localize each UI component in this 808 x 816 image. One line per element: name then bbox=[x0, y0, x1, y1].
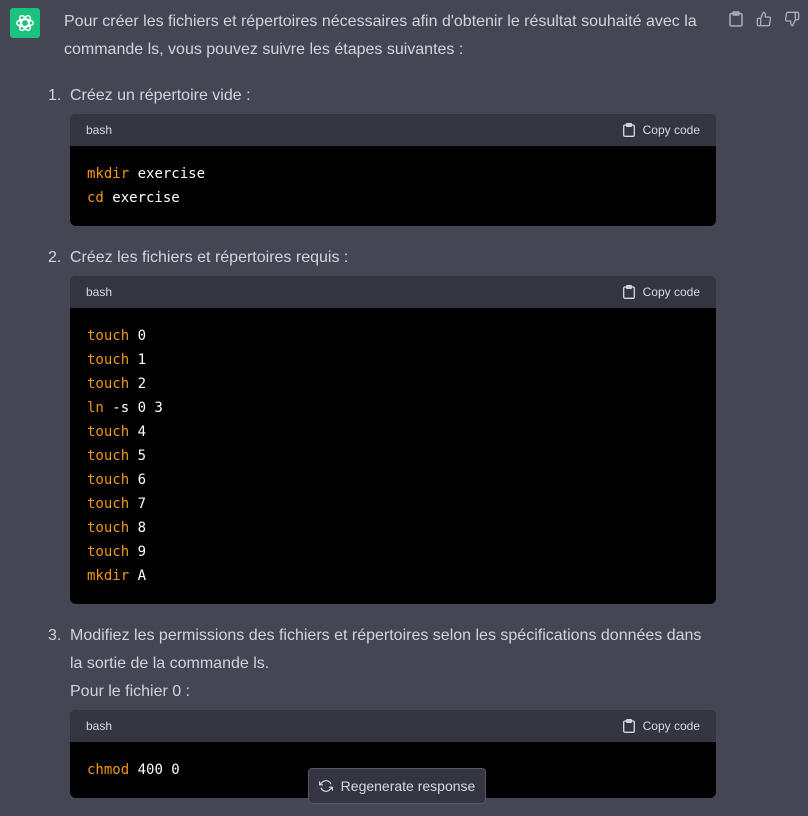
copy-code-label: Copy code bbox=[642, 719, 700, 733]
code-header: bash Copy code bbox=[70, 710, 716, 742]
regenerate-label: Regenerate response bbox=[340, 778, 476, 794]
copy-code-button[interactable]: Copy code bbox=[622, 116, 700, 144]
code-language: bash bbox=[86, 719, 113, 733]
code-line: mkdir A bbox=[87, 568, 147, 584]
copy-code-label: Copy code bbox=[642, 285, 700, 299]
assistant-avatar bbox=[10, 8, 40, 38]
step-text: Modifiez les permissions des fichiers et… bbox=[70, 627, 702, 672]
step-2: 2. Créez les fichiers et répertoires req… bbox=[48, 244, 716, 272]
message-actions bbox=[728, 11, 800, 27]
clipboard-icon bbox=[622, 123, 635, 137]
step-text: Créez un répertoire vide : bbox=[70, 87, 251, 104]
code-language: bash bbox=[86, 123, 113, 137]
code-body: mkdir exercise cd exercise bbox=[70, 146, 716, 226]
step-1: 1. Créez un répertoire vide : bbox=[48, 82, 716, 110]
code-line: touch 4 bbox=[87, 424, 147, 440]
clipboard-icon bbox=[729, 11, 743, 27]
intro-paragraph: Pour créer les fichiers et répertoires n… bbox=[64, 13, 697, 58]
code-block: bash Copy code mkdir exercise cd exercise bbox=[70, 114, 716, 226]
clipboard-icon bbox=[622, 285, 635, 299]
code-line: ln -s 0 3 bbox=[87, 400, 163, 416]
step-number: 1. bbox=[48, 87, 62, 104]
copy-code-button[interactable]: Copy code bbox=[622, 712, 700, 740]
step-subtext: Pour le fichier 0 : bbox=[70, 683, 191, 700]
copy-code-button[interactable]: Copy code bbox=[622, 278, 700, 306]
refresh-icon bbox=[318, 780, 333, 792]
thumbs-down-button[interactable] bbox=[784, 11, 800, 27]
code-line: cd exercise bbox=[87, 190, 180, 206]
thumbs-up-icon bbox=[756, 11, 772, 27]
copy-message-button[interactable] bbox=[728, 11, 744, 27]
openai-logo-icon bbox=[16, 14, 34, 32]
step-number: 2. bbox=[48, 249, 62, 266]
step-number: 3. bbox=[48, 627, 62, 644]
clipboard-icon bbox=[622, 719, 635, 733]
thumbs-down-icon bbox=[784, 11, 800, 27]
code-line: touch 1 bbox=[87, 352, 147, 368]
code-line: touch 8 bbox=[87, 520, 147, 536]
code-header: bash Copy code bbox=[70, 276, 716, 308]
step-3: 3. Modifiez les permissions des fichiers… bbox=[48, 622, 716, 706]
code-line: touch 7 bbox=[87, 496, 147, 512]
thumbs-up-button[interactable] bbox=[756, 11, 772, 27]
code-language: bash bbox=[86, 285, 113, 299]
code-header: bash Copy code bbox=[70, 114, 716, 146]
code-line: touch 9 bbox=[87, 544, 147, 560]
code-line: touch 5 bbox=[87, 448, 147, 464]
code-body: touch 0 touch 1 touch 2 ln -s 0 3 touch 4 tou… bbox=[70, 308, 716, 604]
assistant-message: Pour créer les fichiers et répertoires n… bbox=[48, 8, 716, 816]
regenerate-response-button[interactable]: Regenerate response bbox=[308, 768, 486, 804]
step-text: Créez les fichiers et répertoires requis… bbox=[70, 249, 349, 266]
code-block: bash Copy code touch 0 touch 1 touch 2 ln -… bbox=[70, 276, 716, 604]
code-line: mkdir exercise bbox=[87, 166, 206, 182]
code-line: touch 2 bbox=[87, 376, 147, 392]
copy-code-label: Copy code bbox=[642, 123, 700, 137]
code-line: touch 6 bbox=[87, 472, 147, 488]
code-line: touch 0 bbox=[87, 328, 147, 344]
